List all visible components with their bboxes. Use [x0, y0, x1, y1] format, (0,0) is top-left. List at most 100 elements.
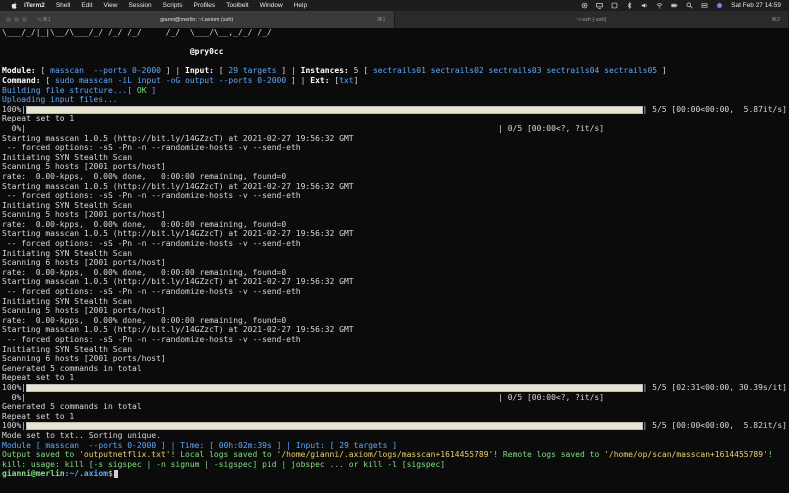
menu-session[interactable]: Session — [129, 0, 152, 11]
progress-bar-2 — [26, 383, 643, 392]
log-line: rate: 0.00-kpps, 0.00% done, 0:00:00 rem… — [2, 219, 287, 229]
menubar: iTerm2 Shell Edit View Session Scripts P… — [0, 0, 789, 11]
mode-line: Mode set to txt.. Sorting unique. — [2, 430, 161, 440]
output-p3: ! Remote logs saved to — [493, 450, 605, 460]
building-text: Building file structure... — [2, 85, 128, 95]
tab-bar: ⌥⌘1 gianni@merlin: ~/.axiom (ssh) ⌘1 ~/.… — [0, 11, 789, 28]
output-p1: Output saved to — [2, 450, 80, 460]
menu-view[interactable]: View — [104, 0, 118, 11]
summary-module-value: masscan --ports 0-2000 — [45, 440, 157, 450]
log-line: Scanning 5 hosts [2001 ports/host] — [2, 306, 166, 316]
terminal-output[interactable]: \___/_/|_|\__/\___/_/ /_/ /_/ /_/ \___/\… — [0, 28, 789, 493]
progress-stats: | 5/5 [02:31<00:00, 30.39s/it] — [642, 382, 788, 392]
command-line: Command: [ sudo masscan -iL input -oG ou… — [2, 75, 359, 85]
menu-edit[interactable]: Edit — [81, 0, 92, 11]
input-label: Input: — [185, 66, 214, 76]
menubar-clock[interactable]: Sat Feb 27 14:59 — [731, 0, 781, 11]
text-cursor — [113, 469, 118, 478]
menu-help[interactable]: Help — [294, 0, 307, 11]
uploading-line: Uploading input files... — [2, 95, 118, 105]
status-area: Sat Feb 27 14:59 — [573, 0, 781, 11]
output-saved-line: Output saved to 'outputnetflix.txt'! Loc… — [2, 450, 787, 460]
progress-pct: 100%| — [2, 104, 27, 114]
menu-scripts[interactable]: Scripts — [163, 0, 183, 11]
summary-module-label: Module — [2, 440, 31, 450]
zoom-window-icon[interactable] — [22, 17, 27, 22]
summary-time-value: 00h:02m:39s — [218, 440, 272, 450]
progress-pct: 100%| — [2, 382, 27, 392]
wifi-icon[interactable] — [655, 2, 663, 9]
control-center-icon[interactable] — [700, 2, 708, 9]
prompt-path: :~/.axiom — [64, 469, 108, 479]
tab-title: ~/.ssh (-zsh) — [576, 16, 607, 23]
spotlight-icon[interactable] — [610, 2, 618, 9]
log-line: rate: 0.00-kpps, 0.00% done, 0:00:00 rem… — [2, 171, 287, 181]
search-icon[interactable] — [685, 2, 693, 9]
volume-icon[interactable] — [640, 2, 648, 9]
display-icon[interactable] — [595, 2, 603, 9]
menu-profiles[interactable]: Profiles — [194, 0, 216, 11]
log-line: -- forced options: -sS -Pn -n --randomiz… — [2, 287, 301, 297]
menu-window[interactable]: Window — [260, 0, 283, 11]
progress-bar-1 — [26, 105, 643, 114]
instances-count: 5 — [353, 66, 359, 76]
tab-ssh-axiom[interactable]: ⌥⌘1 gianni@merlin: ~/.axiom (ssh) ⌘1 — [0, 11, 395, 28]
log-line: -- forced options: -sS -Pn -n --randomiz… — [2, 143, 301, 153]
log-line: Scanning 6 hosts [2001 ports/host] — [2, 258, 166, 268]
tab-shortcut: ⌘2 — [771, 16, 780, 23]
log-line: Generated 5 commands in total — [2, 402, 142, 412]
log-line: Scanning 5 hosts [2001 ports/host] — [2, 210, 166, 220]
battery-icon[interactable] — [670, 2, 678, 9]
close-window-icon[interactable] — [6, 17, 11, 22]
summary-input-label: Input: — [295, 440, 325, 450]
minimize-window-icon[interactable] — [14, 17, 19, 22]
input-value: 29 targets — [228, 66, 277, 76]
progress-stats: | 5/5 [00:00<00:00, 5.82it/s] — [642, 421, 788, 431]
log-line: rate: 0.00-kpps, 0.00% done, 0:00:00 rem… — [2, 315, 287, 325]
app-menu[interactable]: iTerm2 — [24, 0, 45, 11]
log-line: rate: 0.00-kpps, 0.00% done, 0:00:00 rem… — [2, 267, 287, 277]
building-line: Building file structure...[ OK ] — [2, 85, 157, 95]
log-line: Initiating SYN Stealth Scan — [2, 344, 133, 354]
prompt-sign: $ — [107, 469, 113, 479]
log-line: Repeat set to 1 — [2, 114, 75, 124]
tab-shortcut: ⌘1 — [376, 16, 386, 23]
summary-input-value: 29 targets — [339, 440, 388, 450]
output-p4: ! — [767, 450, 773, 460]
progress-line-3: 100%| | 5/5 [00:00<00:00, 5.82it/s] — [2, 421, 787, 431]
scan-log-b: 0%| | 0/5 [00:00<?, ?it/s] Generated 5 co… — [2, 393, 787, 422]
ok-status: OK — [136, 85, 147, 95]
log-line: Scanning 5 hosts [2001 ports/host] — [2, 162, 166, 172]
menu-shell[interactable]: Shell — [56, 0, 70, 11]
output-file: 'outputnetflix.txt' — [79, 450, 171, 460]
command-label: Command: — [2, 75, 41, 85]
module-value: masscan --ports 0-2000 — [50, 66, 161, 76]
tab-ssh-zsh[interactable]: ~/.ssh (-zsh) ⌘2 — [395, 11, 789, 28]
progress-pct: 100%| — [2, 421, 27, 431]
log-line: Starting masscan 1.0.5 (http://bit.ly/14… — [2, 181, 354, 191]
ext-label: Ext: — [310, 75, 330, 85]
record-icon[interactable] — [580, 2, 588, 9]
log-line: 0%| | 0/5 [00:00<?, ?it/s] — [2, 123, 605, 133]
banner-line: \___/_/|_|\__/\___/_/ /_/ /_/ /_/ \___/\… — [2, 28, 272, 37]
log-line: Starting masscan 1.0.5 (http://bit.ly/14… — [2, 133, 354, 143]
progress-stats: | 5/5 [00:00<00:00, 5.87it/s] — [642, 104, 788, 114]
siri-icon[interactable] — [715, 2, 723, 9]
progress-line-1: 100%| | 5/5 [00:00<00:00, 5.87it/s] — [2, 105, 787, 115]
menu-toolbelt[interactable]: Toolbelt — [226, 0, 248, 11]
progress-bar-3 — [26, 422, 643, 431]
log-line: Generated 5 commands in total — [2, 363, 142, 373]
scan-log-a: Repeat set to 1 0%| | 0/5 [00:00<?, ?it/… — [2, 114, 787, 383]
instances-list: sectrails01 sectrails02 sectrails03 sect… — [372, 66, 658, 76]
bluetooth-icon[interactable] — [625, 2, 633, 9]
prompt-line[interactable]: gianni@merlin:~/.axiom$ — [2, 469, 787, 479]
log-line: Starting masscan 1.0.5 (http://bit.ly/14… — [2, 229, 354, 239]
output-remote: '/home/op/scan/masscan+1614455789' — [604, 450, 768, 460]
kill-usage-line: kill: usage: kill [-s sigspec | -n signu… — [2, 459, 446, 469]
log-line: Scanning 6 hosts [2001 ports/host] — [2, 354, 166, 364]
apple-menu-icon[interactable] — [10, 2, 18, 10]
window-controls — [6, 17, 27, 22]
output-local: '/home/gianni/.axiom/logs/masscan+161445… — [276, 450, 494, 460]
